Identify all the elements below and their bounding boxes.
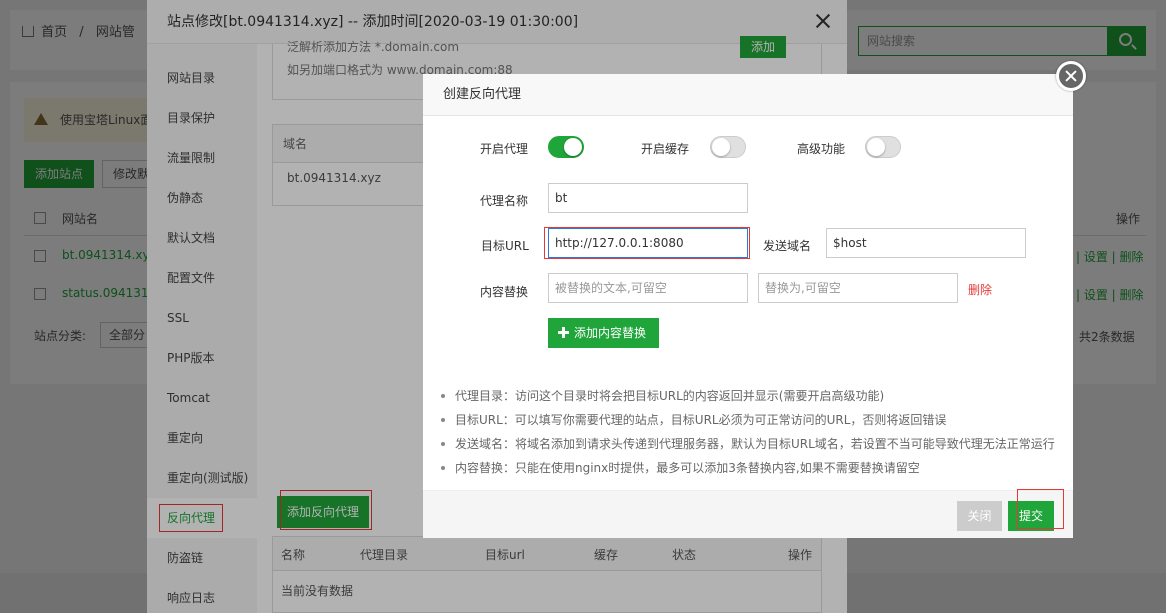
help-tip: 目标URL：可以填写你需要代理的站点，目标URL必须为可正常访问的URL，否则将… — [437, 412, 1067, 436]
close-icon[interactable] — [1056, 61, 1086, 91]
toggle-knob — [712, 138, 730, 156]
help-tips: 代理目录：访问这个目录时将会把目标URL的内容返回并显示(需要开启高级功能) 目… — [437, 388, 1067, 484]
content-replace-label: 内容替换 — [480, 285, 529, 299]
help-tip: 发送域名：将域名添加到请求头传递到代理服务器，默认为目标URL域名，若设置不当可… — [437, 436, 1067, 460]
help-tip: 代理目录：访问这个目录时将会把目标URL的内容返回并显示(需要开启高级功能) — [437, 388, 1067, 412]
toggle-knob — [867, 138, 885, 156]
replace-from-input[interactable] — [548, 273, 748, 303]
highlight-box — [544, 227, 750, 259]
send-domain-input[interactable] — [826, 228, 1026, 258]
plus-icon — [558, 327, 569, 338]
close-button[interactable]: 关闭 — [957, 501, 1002, 531]
replace-to-input[interactable] — [758, 273, 958, 303]
add-content-replace-label: 添加内容替换 — [574, 326, 647, 340]
enable-cache-toggle[interactable] — [710, 136, 746, 158]
create-proxy-dialog: 创建反向代理 开启代理 开启缓存 高级功能 代理名称 目标URL 发送域名 内容… — [423, 61, 1086, 538]
enable-cache-label: 开启缓存 — [641, 142, 690, 156]
add-content-replace-button[interactable]: 添加内容替换 — [548, 318, 659, 348]
proxy-name-input[interactable] — [548, 183, 748, 213]
delete-replace-link[interactable]: 删除 — [968, 281, 992, 298]
toggle-knob — [564, 138, 582, 156]
enable-proxy-toggle[interactable] — [548, 136, 584, 158]
advanced-label: 高级功能 — [797, 142, 846, 156]
enable-proxy-label: 开启代理 — [480, 142, 529, 156]
help-tip: 内容替换：只能在使用nginx时提供，最多可以添加3条替换内容,如果不需要替换请… — [437, 460, 1067, 484]
target-url-label: 目标URL — [481, 239, 529, 253]
proxy-name-label: 代理名称 — [480, 194, 529, 208]
advanced-toggle[interactable] — [865, 136, 901, 158]
create-proxy-title: 创建反向代理 — [423, 74, 1073, 116]
send-domain-label: 发送域名 — [763, 239, 812, 253]
highlight-box — [1017, 489, 1064, 529]
dialog-footer: 关闭 提交 — [423, 489, 1073, 538]
